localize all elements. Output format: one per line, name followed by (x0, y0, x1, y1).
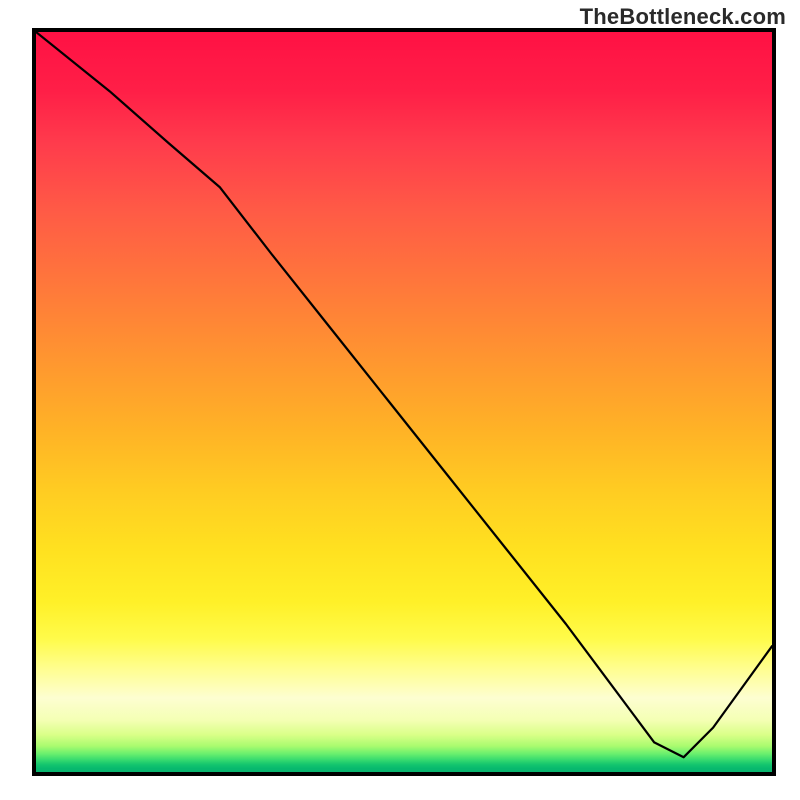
watermark-text: TheBottleneck.com (580, 4, 786, 30)
chart-background-gradient (36, 32, 772, 772)
chart-stage: TheBottleneck.com (0, 0, 800, 800)
chart-plot-area (32, 28, 776, 776)
